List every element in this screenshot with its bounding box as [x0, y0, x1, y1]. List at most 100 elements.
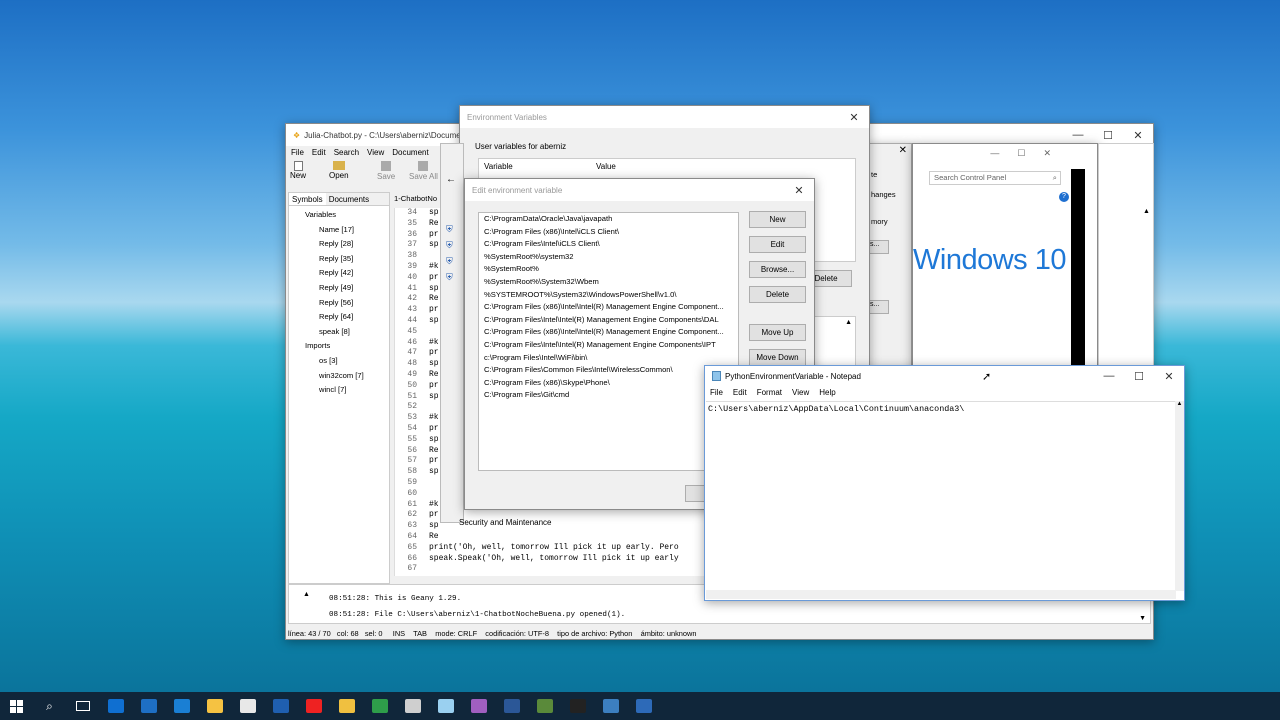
minimize-icon[interactable]: — [1094, 370, 1124, 382]
browse-button[interactable]: Browse... [749, 261, 806, 278]
menu-view[interactable]: View [792, 386, 809, 400]
taskbar-app-button[interactable] [132, 692, 165, 720]
path-item[interactable]: C:\Program Files (x86)\Intel\iCLS Client… [479, 226, 738, 239]
notepad-hscroll[interactable] [706, 590, 1176, 599]
tab-documents[interactable]: Documents [326, 193, 372, 205]
menu-edit[interactable]: Edit [733, 386, 747, 400]
delete-path-button[interactable]: Delete [749, 286, 806, 303]
path-item[interactable]: %SystemRoot% [479, 263, 738, 276]
path-item[interactable]: C:\Program Files (x86)\Intel\Intel(R) Ma… [479, 301, 738, 314]
new-button[interactable]: New [290, 161, 306, 180]
move-down-button[interactable]: Move Down [749, 349, 806, 366]
env-close-icon[interactable]: ✕ [839, 111, 869, 124]
notepad-title: PythonEnvironmentVariable - Notepad [725, 371, 861, 381]
taskbar-app-button[interactable] [561, 692, 594, 720]
tab-symbols[interactable]: Symbols [289, 193, 326, 205]
taskbar-app-button[interactable] [165, 692, 198, 720]
file-tab[interactable]: 1-ChatbotNo [394, 194, 440, 206]
col-variable[interactable]: Variable [484, 162, 513, 171]
close-icon[interactable]: ✕ [1123, 129, 1153, 142]
menu-file[interactable]: File [710, 386, 723, 400]
tree-item[interactable]: Reply [28] [289, 237, 389, 252]
security-maintenance-label[interactable]: Security and Maintenance [459, 518, 552, 527]
taskbar-app-button[interactable] [330, 692, 363, 720]
close-icon[interactable]: ✕ [1154, 370, 1184, 383]
menu-help[interactable]: Help [819, 386, 835, 400]
notepad-titlebar[interactable]: PythonEnvironmentVariable - Notepad — ☐ … [705, 366, 1184, 386]
env-titlebar[interactable]: Environment Variables ✕ [460, 106, 869, 128]
message-scroll-up-icon[interactable]: ▲ [303, 591, 310, 598]
edit-titlebar[interactable]: Edit environment variable ✕ [465, 179, 814, 201]
path-item[interactable]: %SystemRoot%\System32\Wbem [479, 276, 738, 289]
tree-item[interactable]: Reply [56] [289, 296, 389, 311]
path-item[interactable]: C:\Program Files (x86)\Skype\Phone\ [479, 377, 738, 390]
taskbar-app-button[interactable] [627, 692, 660, 720]
search-button[interactable]: ⌕ [33, 692, 66, 720]
tree-item[interactable]: Imports [289, 339, 389, 354]
start-button[interactable] [0, 692, 33, 720]
tree-item[interactable]: Reply [35] [289, 252, 389, 267]
path-item[interactable]: C:\Program Files (x86)\Intel\Intel(R) Ma… [479, 326, 738, 339]
open-button[interactable]: Open [329, 161, 349, 180]
taskbar-app-button[interactable] [594, 692, 627, 720]
sysprop-close-icon[interactable]: ✕ [899, 145, 907, 156]
edit-path-button[interactable]: Edit [749, 236, 806, 253]
menu-document[interactable]: Document [392, 146, 428, 159]
menu-file[interactable]: File [291, 146, 304, 159]
path-item[interactable]: C:\Program Files\Intel\Intel(R) Manageme… [479, 314, 738, 327]
path-item[interactable]: C:\ProgramData\Oracle\Java\javapath [479, 213, 738, 226]
back-arrow-icon[interactable]: ← [446, 174, 456, 185]
taskbar-app-button[interactable] [297, 692, 330, 720]
taskbar-app-button[interactable] [264, 692, 297, 720]
notepad-vscroll[interactable]: ▲ [1175, 401, 1184, 591]
scroll-up-icon[interactable]: ▲ [845, 319, 852, 326]
tree-item[interactable]: Reply [64] [289, 310, 389, 325]
path-item[interactable]: c:\Program Files\Intel\WiFi\bin\ [479, 352, 738, 365]
taskbar-app-button[interactable] [462, 692, 495, 720]
path-item[interactable]: C:\Program Files\Intel\Intel(R) Manageme… [479, 339, 738, 352]
path-item[interactable]: C:\Program Files\Intel\iCLS Client\ [479, 238, 738, 251]
col-value[interactable]: Value [596, 162, 616, 171]
message-scroll-down-icon[interactable]: ▼ [1139, 615, 1146, 622]
maximize-icon[interactable]: ☐ [1093, 129, 1123, 142]
path-item[interactable]: %SYSTEMROOT%\System32\WindowsPowerShell\… [479, 289, 738, 302]
taskbar-app-button[interactable] [231, 692, 264, 720]
tree-item[interactable]: wincl [7] [289, 383, 389, 398]
notepad-text-area[interactable]: C:\Users\aberniz\AppData\Local\Continuum… [706, 401, 1176, 591]
sysprop-button-1[interactable]: s... [869, 240, 889, 254]
help-icon[interactable]: ? [1059, 192, 1069, 202]
tree-item[interactable]: os [3] [289, 354, 389, 369]
sysprop-button-2[interactable]: s... [869, 300, 889, 314]
path-item[interactable]: C:\Program Files\Git\cmd [479, 389, 738, 402]
tree-item[interactable]: win32com [7] [289, 369, 389, 384]
taskbar-app-button[interactable] [495, 692, 528, 720]
scroll-up-icon[interactable]: ▲ [1143, 208, 1150, 215]
minimize-icon[interactable]: — [1063, 129, 1093, 141]
taskbar-app-button[interactable] [99, 692, 132, 720]
taskbar-app-button[interactable] [396, 692, 429, 720]
tree-item[interactable]: speak [8] [289, 325, 389, 340]
tree-item[interactable]: Variables [289, 208, 389, 223]
menu-view[interactable]: View [367, 146, 384, 159]
save-button[interactable]: Save [377, 161, 395, 181]
taskbar-app-button[interactable] [198, 692, 231, 720]
new-path-button[interactable]: New [749, 211, 806, 228]
menu-search[interactable]: Search [334, 146, 359, 159]
line-number: 53 [407, 413, 417, 423]
path-item[interactable]: %SystemRoot%\system32 [479, 251, 738, 264]
taskbar-app-button[interactable] [429, 692, 462, 720]
maximize-icon[interactable]: ☐ [1124, 370, 1154, 383]
move-up-button[interactable]: Move Up [749, 324, 806, 341]
tree-item[interactable]: Reply [42] [289, 266, 389, 281]
taskbar-app-button[interactable] [528, 692, 561, 720]
search-control-panel[interactable]: Search Control Panel ⌕ [929, 171, 1061, 185]
tree-item[interactable]: Reply [49] [289, 281, 389, 296]
menu-format[interactable]: Format [757, 386, 782, 400]
task-view-button[interactable] [66, 692, 99, 720]
path-item[interactable]: C:\Program Files\Common Files\Intel\Wire… [479, 364, 738, 377]
save-all-button[interactable]: Save All [409, 161, 438, 181]
menu-edit[interactable]: Edit [312, 146, 326, 159]
taskbar-app-button[interactable] [363, 692, 396, 720]
edit-close-icon[interactable]: ✕ [784, 184, 814, 197]
tree-item[interactable]: Name [17] [289, 223, 389, 238]
